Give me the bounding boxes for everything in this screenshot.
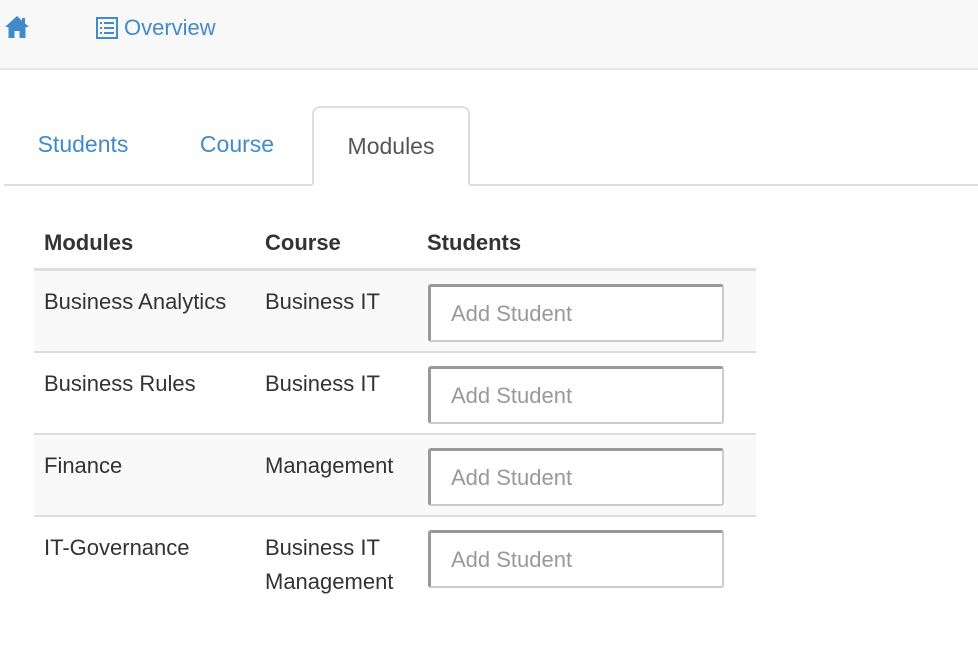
- header-modules: Modules: [44, 230, 134, 255]
- tab-modules[interactable]: Modules: [312, 106, 470, 186]
- module-name: Finance: [44, 453, 123, 478]
- add-student-input[interactable]: [428, 366, 724, 424]
- tab-bar: Students Course Modules: [4, 106, 978, 186]
- course-name: Business IT Management: [265, 535, 394, 594]
- table-row: Business Rules Business IT: [34, 353, 756, 435]
- list-icon: [96, 17, 118, 39]
- home-link[interactable]: [4, 14, 30, 40]
- course-name: Management: [265, 453, 394, 478]
- tab-course[interactable]: Course: [162, 106, 312, 184]
- home-icon: [5, 16, 29, 38]
- tab-students[interactable]: Students: [4, 106, 162, 184]
- module-name: IT-Governance: [44, 535, 190, 560]
- header-course: Course: [265, 230, 341, 255]
- add-student-input[interactable]: [428, 284, 724, 342]
- table-row: Business Analytics Business IT: [34, 271, 756, 353]
- overview-label: Overview: [124, 15, 216, 40]
- table-header: Modules Course Students: [34, 218, 756, 271]
- table-row: Finance Management: [34, 435, 756, 517]
- module-name: Business Analytics: [44, 289, 227, 314]
- course-name: Business IT: [265, 289, 380, 314]
- table-row: IT-Governance Business IT Management: [34, 517, 756, 597]
- add-student-input[interactable]: [428, 448, 724, 506]
- module-name: Business Rules: [44, 371, 196, 396]
- top-navbar: Overview: [0, 0, 978, 70]
- overview-link[interactable]: Overview: [96, 13, 216, 43]
- course-name: Business IT: [265, 371, 380, 396]
- add-student-input[interactable]: [428, 530, 724, 588]
- modules-table: Modules Course Students Business Analyti…: [34, 218, 756, 597]
- header-students: Students: [427, 230, 522, 255]
